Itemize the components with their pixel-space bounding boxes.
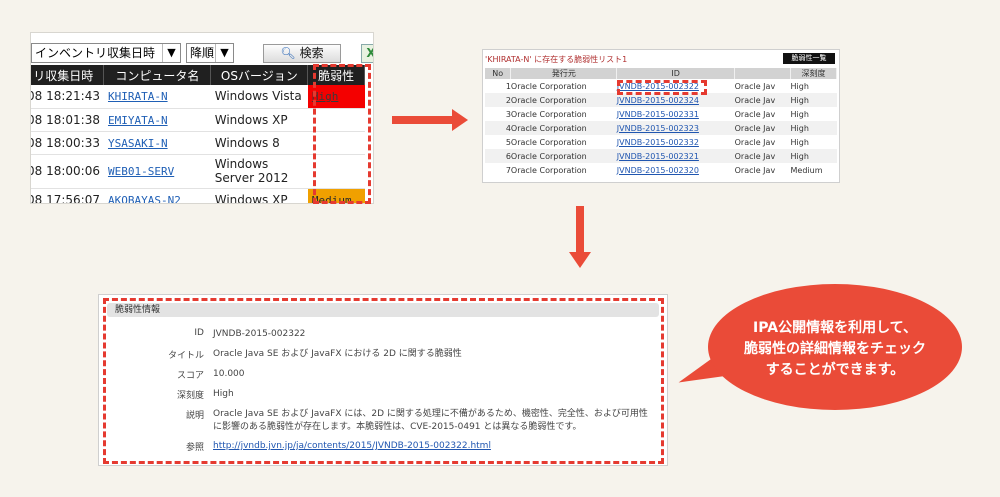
- table-row: 4 Oracle Corporation JVNDB-2015-002323 O…: [485, 121, 837, 135]
- os-version-cell: Windows XP: [210, 188, 308, 203]
- product-cell: Oracle Jav: [734, 109, 776, 119]
- search-button-label: 検索: [299, 46, 324, 60]
- vendor-cell: Oracle Corporation: [510, 81, 587, 91]
- sort-field-value: インベントリ収集日時: [35, 46, 156, 60]
- bubble-line: IPA公開情報を利用して、: [753, 320, 917, 336]
- column-header-severity[interactable]: 深刻度: [790, 68, 837, 79]
- excel-export-button[interactable]: X: [361, 44, 373, 63]
- vulnerability-id-link[interactable]: JVNDB-2015-002320: [617, 166, 699, 175]
- product-cell: Oracle Jav: [734, 165, 776, 175]
- product-cell: Oracle Jav: [734, 137, 776, 147]
- table-row: 6 Oracle Corporation JVNDB-2015-002321 O…: [485, 149, 837, 163]
- no-cell: 7: [505, 165, 511, 175]
- vendor-cell: Oracle Corporation: [510, 121, 617, 135]
- speech-bubble-text: IPA公開情報を利用して、 脆弱性の詳細情報をチェック することができます。: [708, 318, 962, 381]
- computer-name-cell: YSASAKI-N: [103, 131, 211, 155]
- vulnerability-id-link[interactable]: JVNDB-2015-002321: [617, 152, 699, 161]
- vendor-cell: Oracle Corporation: [510, 109, 587, 119]
- vulnerability-id-link[interactable]: JVNDB-2015-002331: [617, 110, 699, 119]
- severity-cell: High: [790, 149, 837, 163]
- id-cell: JVNDB-2015-002331: [617, 107, 735, 121]
- collected-at-cell: 08 18:00:06: [31, 154, 104, 189]
- inventory-toolbar: インベントリ収集日時 ▼ 降順 ▼ 🔍︎検索 X: [31, 37, 373, 63]
- column-header-product[interactable]: [734, 68, 792, 79]
- collected-at-cell: 08 18:21:43: [31, 85, 104, 109]
- computer-name-link[interactable]: KHIRATA-N: [108, 90, 168, 103]
- table-row: 5 Oracle Corporation JVNDB-2015-002332 O…: [485, 135, 837, 149]
- column-header-no[interactable]: No: [485, 68, 512, 79]
- table-row: 2 Oracle Corporation JVNDB-2015-002324 O…: [485, 93, 837, 107]
- collected-at-cell: 08 18:01:38: [31, 108, 104, 132]
- vulnerability-id-link[interactable]: JVNDB-2015-002323: [617, 124, 699, 133]
- vulnerability-id-link[interactable]: JVNDB-2015-002332: [617, 138, 699, 147]
- vendor-cell: Oracle Corporation: [510, 137, 587, 147]
- sort-order-select[interactable]: 降順 ▼: [186, 43, 234, 63]
- table-header-row: No 発行元 ID 深刻度: [485, 68, 837, 79]
- no-cell: 5: [505, 137, 511, 147]
- vendor-cell: Oracle Corporation: [510, 149, 617, 163]
- id-cell: JVNDB-2015-002324: [616, 93, 735, 107]
- os-version-cell: Windows XP: [210, 108, 308, 132]
- product-cell: Oracle Jav: [734, 81, 776, 91]
- collected-at-cell: 08 17:56:07: [31, 188, 104, 203]
- column-header-os-version[interactable]: OSバージョン: [210, 65, 309, 85]
- sort-order-value: 降順: [190, 46, 215, 60]
- excel-icon: X: [366, 46, 373, 60]
- os-version-cell: Windows 8: [210, 131, 308, 155]
- search-icon: 🔍︎: [280, 46, 296, 60]
- computer-name-link[interactable]: YSASAKI-N: [108, 137, 168, 150]
- os-version-cell: Windows Server 2012: [210, 154, 308, 189]
- column-header-collected-at[interactable]: リ収集日時: [31, 65, 105, 85]
- sort-field-select[interactable]: インベントリ収集日時 ▼: [31, 43, 181, 63]
- severity-cell: Medium: [790, 165, 823, 175]
- id-cell: JVNDB-2015-002332: [617, 135, 735, 149]
- computer-name-link[interactable]: EMIYATA-N: [108, 114, 168, 127]
- highlight-vulnerability-column: [313, 64, 371, 204]
- vendor-cell: Oracle Corporation: [510, 93, 617, 107]
- computer-name-link[interactable]: AKOBAYAS-N2: [108, 194, 181, 204]
- arrow-right: [392, 109, 468, 131]
- chevron-down-icon: ▼: [162, 44, 180, 62]
- vulnerability-list-panel: 'KHIRATA-N' に存在する脆弱性リスト1 脆弱性一覧 No 発行元 ID…: [482, 49, 840, 183]
- search-button[interactable]: 🔍︎ 検索: [263, 44, 341, 63]
- os-version-cell: Windows Vista: [210, 85, 308, 109]
- vendor-cell: Oracle Corporation: [510, 165, 587, 175]
- product-cell: Oracle Jav: [734, 121, 791, 135]
- bubble-line: することができます。: [765, 362, 905, 378]
- highlight-detail-panel: [103, 298, 664, 464]
- id-cell: JVNDB-2015-002321: [616, 149, 735, 163]
- chevron-down-icon: ▼: [215, 44, 233, 62]
- tab-vulnerability-list[interactable]: 脆弱性一覧: [783, 53, 835, 64]
- highlight-selected-id: [617, 80, 707, 95]
- id-cell: JVNDB-2015-002320: [617, 163, 735, 177]
- vulnerability-id-link[interactable]: JVNDB-2015-002324: [617, 96, 699, 105]
- no-cell: 4: [485, 121, 511, 135]
- computer-name-cell: KHIRATA-N: [103, 85, 211, 109]
- table-row: 3 Oracle Corporation JVNDB-2015-002331 O…: [485, 107, 837, 121]
- product-cell: Oracle Jav: [734, 149, 791, 163]
- bubble-line: 脆弱性の詳細情報をチェック: [744, 341, 926, 357]
- severity-cell: High: [790, 109, 809, 119]
- severity-cell: High: [790, 121, 837, 135]
- vulnerability-list-title: 'KHIRATA-N' に存在する脆弱性リスト1: [485, 55, 628, 64]
- severity-cell: High: [790, 137, 809, 147]
- product-cell: Oracle Jav: [734, 93, 791, 107]
- computer-name-cell: EMIYATA-N: [103, 108, 211, 132]
- column-header-vendor[interactable]: 発行元: [510, 68, 618, 79]
- computer-name-cell: AKOBAYAS-N2: [103, 188, 211, 204]
- no-cell: 1: [505, 81, 511, 91]
- computer-name-cell: WEB01-SERV: [103, 154, 211, 189]
- column-header-computer-name[interactable]: コンピュータ名: [103, 65, 212, 85]
- id-cell: JVNDB-2015-002323: [616, 121, 735, 135]
- no-cell: 2: [485, 93, 511, 107]
- computer-name-link[interactable]: WEB01-SERV: [108, 165, 174, 178]
- severity-cell: High: [790, 81, 809, 91]
- severity-cell: High: [790, 93, 837, 107]
- collected-at-cell: 08 18:00:33: [31, 131, 104, 155]
- column-header-id[interactable]: ID: [616, 68, 736, 79]
- table-row: 7 Oracle Corporation JVNDB-2015-002320 O…: [485, 163, 837, 177]
- arrow-down: [569, 206, 591, 268]
- no-cell: 3: [505, 109, 511, 119]
- no-cell: 6: [485, 149, 511, 163]
